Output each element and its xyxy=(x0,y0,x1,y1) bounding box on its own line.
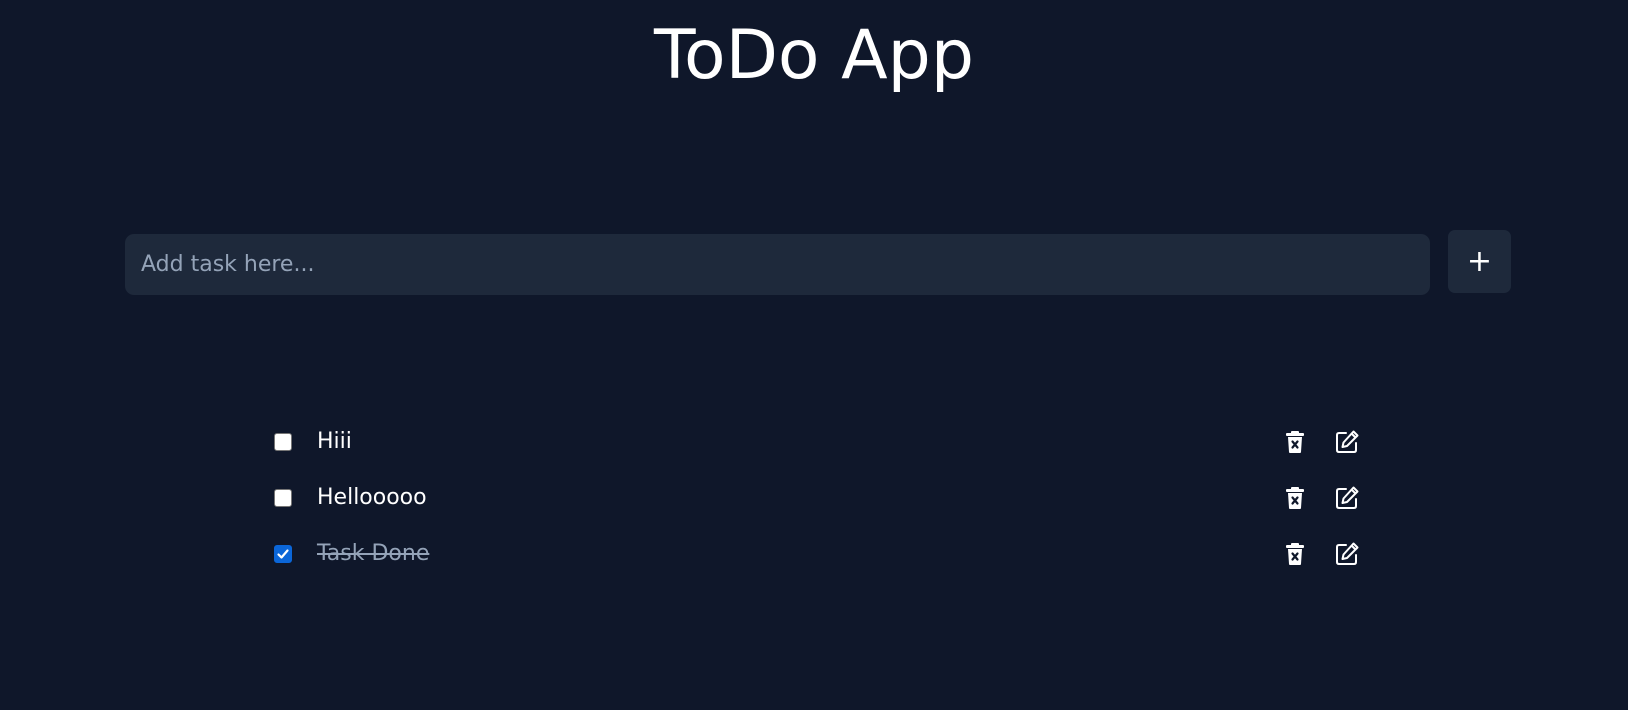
task-item: Hellooooo xyxy=(270,481,1370,537)
checkmark-icon xyxy=(277,549,289,559)
task-text: Hellooooo xyxy=(317,485,427,510)
pencil-edit-icon xyxy=(1336,542,1359,565)
task-text: Task Done xyxy=(317,541,430,566)
todo-app: ToDo App + Hiii xyxy=(0,0,1628,710)
task-list: Hiii Hellooooo Task Done xyxy=(270,425,1370,593)
task-item: Task Done xyxy=(270,537,1370,593)
pencil-edit-icon xyxy=(1336,430,1359,453)
delete-button[interactable] xyxy=(1280,427,1310,457)
edit-button[interactable] xyxy=(1332,539,1362,569)
add-task-button[interactable]: + xyxy=(1448,230,1511,293)
trash-x-icon xyxy=(1286,487,1304,509)
add-task-form: + xyxy=(125,230,1511,295)
delete-button[interactable] xyxy=(1280,539,1310,569)
edit-button[interactable] xyxy=(1332,483,1362,513)
page-title: ToDo App xyxy=(653,16,974,95)
task-checkbox[interactable] xyxy=(274,489,292,507)
task-item: Hiii xyxy=(270,425,1370,481)
add-task-input[interactable] xyxy=(125,234,1430,295)
pencil-edit-icon xyxy=(1336,486,1359,509)
delete-button[interactable] xyxy=(1280,483,1310,513)
task-text: Hiii xyxy=(317,429,352,454)
trash-x-icon xyxy=(1286,543,1304,565)
trash-x-icon xyxy=(1286,431,1304,453)
edit-button[interactable] xyxy=(1332,427,1362,457)
task-checkbox[interactable] xyxy=(274,545,292,563)
task-checkbox[interactable] xyxy=(274,433,292,451)
